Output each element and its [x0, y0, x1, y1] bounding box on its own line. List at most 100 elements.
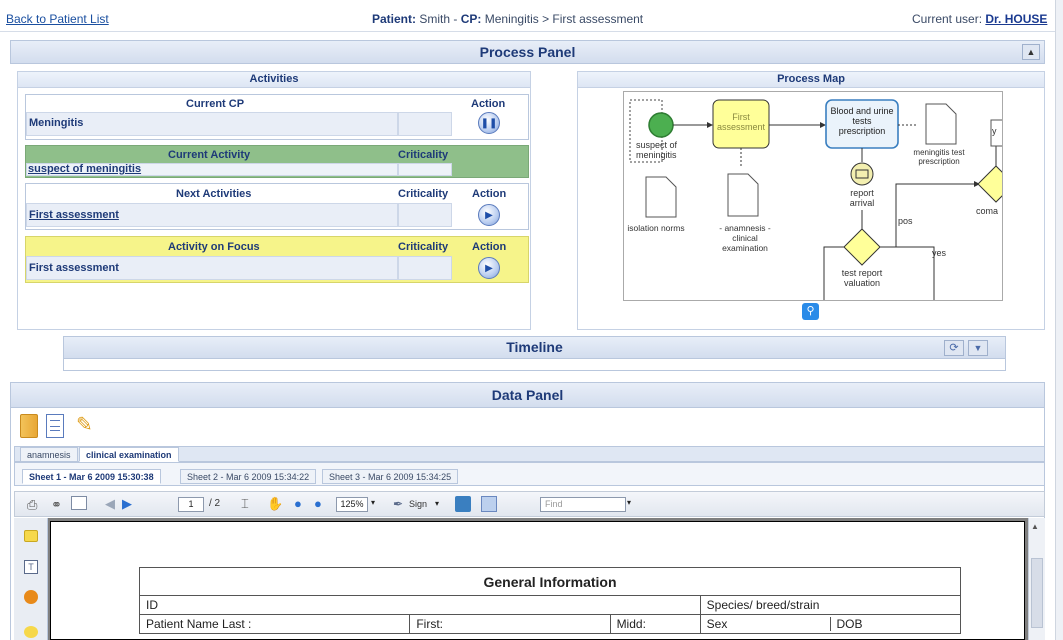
zoom-select[interactable]: 125% — [336, 497, 368, 512]
email-icon[interactable] — [71, 496, 87, 510]
top-bar: Back to Patient List Patient: Smith - CP… — [0, 0, 1063, 32]
edit-icon[interactable]: ✎ — [76, 412, 93, 437]
start-event[interactable] — [648, 112, 674, 138]
text-box-icon[interactable]: T — [24, 560, 38, 574]
zoom-out-icon[interactable]: ● — [294, 496, 302, 511]
scroll-thumb[interactable] — [1031, 558, 1043, 628]
process-map-section: Process Map suspect of meningitis First … — [577, 71, 1045, 330]
form-species-label: Species/ breed/strain — [699, 595, 962, 615]
sign-dropdown-icon[interactable]: ▾ — [435, 499, 439, 508]
refresh-timeline-button[interactable]: ⟳ — [944, 340, 964, 356]
attachment-icon[interactable] — [24, 626, 38, 638]
timeline-title: Timeline — [506, 339, 563, 355]
document-icon[interactable] — [46, 414, 64, 438]
pause-button[interactable]: ❚❚ — [478, 112, 500, 134]
activities-section: Activities Current CP Action Meningitis … — [17, 71, 531, 330]
process-map-canvas[interactable]: suspect of meningitis First assessment B… — [623, 91, 1003, 301]
annotation-sidebar: T — [14, 518, 48, 640]
next-activity-link[interactable]: First assessment — [29, 209, 119, 221]
expand-timeline-button[interactable]: ▼ — [968, 340, 988, 356]
user-name-link[interactable]: Dr. HOUSE — [985, 12, 1047, 26]
label-start-event: suspect of meningitis — [636, 140, 678, 160]
sign-button[interactable]: Sign — [409, 499, 427, 509]
next-activities-header: Next Activities — [176, 188, 252, 200]
print-icon[interactable]: ⎙ — [27, 497, 37, 513]
tab-anamnesis[interactable]: anamnesis — [20, 447, 78, 462]
magnifier-icon: ⚲ — [806, 305, 815, 317]
focus-header: Activity on Focus — [168, 241, 260, 253]
find-input[interactable]: Find — [540, 497, 626, 512]
form-sex-label: Sex — [706, 617, 728, 631]
zoom-dropdown-icon[interactable]: ▾ — [371, 498, 375, 507]
tab-sheet-2[interactable]: Sheet 2 - Mar 6 2009 15:34:22 — [180, 469, 317, 484]
comment-icon[interactable] — [24, 530, 38, 542]
document-viewport: General Information ID Species/ breed/st… — [48, 518, 1028, 640]
timeline-header: Timeline — [64, 337, 1005, 359]
activities-title: Activities — [18, 72, 530, 88]
current-user: Current user: Dr. HOUSE — [912, 12, 1047, 26]
doc-anamnesis — [727, 173, 759, 217]
back-to-patient-list-link[interactable]: Back to Patient List — [6, 12, 109, 26]
zoom-in-icon[interactable]: ● — [314, 496, 322, 511]
collapse-panel-button[interactable]: ▲ — [1022, 44, 1040, 60]
start-focus-activity-button[interactable]: ▶ — [478, 257, 500, 279]
chevron-down-icon: ▼ — [973, 343, 983, 353]
stamp-icon[interactable] — [24, 590, 38, 604]
document-scrollbar[interactable]: ▲ — [1028, 518, 1045, 640]
user-label: Current user: — [912, 12, 983, 26]
label-report-arrival: report arrival — [849, 188, 875, 208]
form-middle-label: Midd: — [609, 614, 701, 634]
fit-page-icon[interactable] — [481, 496, 497, 512]
general-information-form: General Information ID Species/ breed/st… — [138, 567, 962, 634]
next-page-icon[interactable]: ▶ — [122, 496, 132, 512]
start-next-activity-button[interactable]: ▶ — [478, 204, 500, 226]
criticality-header-next: Criticality — [398, 188, 449, 200]
scroll-up-icon[interactable]: ▲ — [1031, 522, 1039, 531]
action-header-next: Action — [472, 188, 507, 200]
document-page: General Information ID Species/ breed/st… — [50, 521, 1025, 640]
bpmn-diagram — [629, 99, 1003, 300]
criticality-header-focus: Criticality — [398, 241, 449, 253]
hand-tool-icon[interactable]: ✋ — [267, 496, 283, 512]
page-scrollbar[interactable] — [1055, 0, 1063, 640]
select-tool-icon[interactable]: ⌶ — [241, 496, 249, 512]
pause-icon: ❚❚ — [480, 117, 498, 129]
tab-sheet-1[interactable]: Sheet 1 - Mar 6 2009 15:30:38 — [22, 469, 161, 484]
label-meningitis-test: meningitis test prescription — [913, 148, 965, 166]
doc-meningitis-test — [925, 103, 957, 145]
zoom-map-button[interactable]: ⚲ — [802, 303, 819, 320]
current-activity-link[interactable]: suspect of meningitis — [28, 163, 141, 175]
gateway-coma[interactable] — [977, 165, 1003, 203]
patient-breadcrumb: Patient: Smith - CP: Meningitis > First … — [372, 12, 644, 26]
gateway-test-report[interactable] — [843, 228, 881, 266]
binoculars-icon[interactable]: ⚭ — [51, 497, 62, 513]
pdf-viewer-toolbar: ⎙ ⚭ ◀ ▶ 1 / 2 ⌶ ✋ ● ● 125% ▾ ✒ Sign ▾ Fi… — [14, 491, 1045, 517]
cp-path: Meningitis > First assessment — [484, 12, 644, 26]
label-isolation-norms: isolation norms — [627, 223, 685, 233]
tab-clinical-examination[interactable]: clinical examination — [79, 447, 179, 462]
page-number-input[interactable]: 1 — [178, 497, 204, 512]
label-first-assessment: First assessment — [716, 112, 766, 132]
form-title: General Information — [139, 567, 961, 596]
report-arrival-event[interactable] — [850, 162, 874, 186]
tab-sheet-3[interactable]: Sheet 3 - Mar 6 2009 15:34:25 — [322, 469, 459, 484]
form-dob-label: DOB — [829, 617, 863, 631]
activity-on-focus-table: Activity on Focus Criticality Action Fir… — [25, 236, 529, 283]
process-map-title: Process Map — [578, 72, 1044, 88]
patient-label: Patient: — [372, 12, 417, 26]
patient-name: Smith — [419, 12, 451, 26]
process-panel-title: Process Panel — [479, 44, 576, 60]
label-anamnesis: - anamnesis - clinical examination — [719, 223, 771, 253]
label-yes: yes — [932, 248, 947, 258]
current-cp-header: Current CP — [186, 98, 245, 110]
data-panel-header: Data Panel — [10, 382, 1045, 408]
sheet-tabs — [14, 462, 1045, 486]
play-icon: ▶ — [485, 262, 493, 274]
label-coma: coma — [976, 206, 999, 216]
folder-icon[interactable] — [20, 414, 38, 438]
flow-arrow — [880, 246, 935, 300]
fit-width-icon[interactable] — [455, 496, 471, 512]
find-dropdown-icon[interactable]: ▾ — [627, 498, 631, 507]
current-activity-header: Current Activity — [168, 149, 251, 161]
previous-page-icon[interactable]: ◀ — [105, 496, 115, 512]
